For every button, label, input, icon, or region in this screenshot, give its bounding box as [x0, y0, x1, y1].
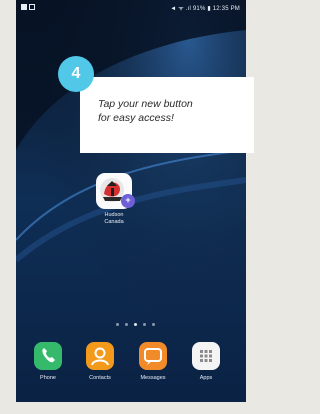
- page-dot: [125, 323, 128, 326]
- page-dot: [152, 323, 155, 326]
- tip-text: Tap your new button for easy access!: [98, 98, 193, 124]
- notification-icon: [21, 4, 27, 10]
- step-number-badge: 4: [58, 56, 94, 92]
- apps-grid-icon: [192, 342, 220, 370]
- page-dot: [116, 323, 119, 326]
- dock-item-contacts[interactable]: Contacts: [80, 342, 120, 381]
- image-icon: [29, 4, 35, 10]
- page-indicator: [116, 323, 155, 326]
- dock-item-messages[interactable]: Messages: [133, 342, 173, 381]
- tip-callout: Tap your new button for easy access!: [80, 77, 254, 153]
- shortcut-badge: +: [121, 194, 135, 208]
- dock-item-phone[interactable]: Phone: [28, 342, 68, 381]
- page-dot-active: [134, 323, 137, 326]
- phone-icon: [34, 342, 62, 370]
- dock-item-apps[interactable]: Apps: [186, 342, 226, 381]
- contacts-icon: [86, 342, 114, 370]
- app-label: Hudson Canada: [104, 212, 124, 225]
- notification-icons: [21, 4, 35, 10]
- status-bar: ◄ ᯤ .ıl 91% ▮ 12:35 PM: [16, 0, 246, 16]
- messages-icon: [139, 342, 167, 370]
- phone-screen: ◄ ᯤ .ıl 91% ▮ 12:35 PM + Hudson Canada P…: [16, 0, 246, 402]
- page-dot: [143, 323, 146, 326]
- status-indicators: ◄ ᯤ .ıl 91% ▮ 12:35 PM: [170, 6, 240, 12]
